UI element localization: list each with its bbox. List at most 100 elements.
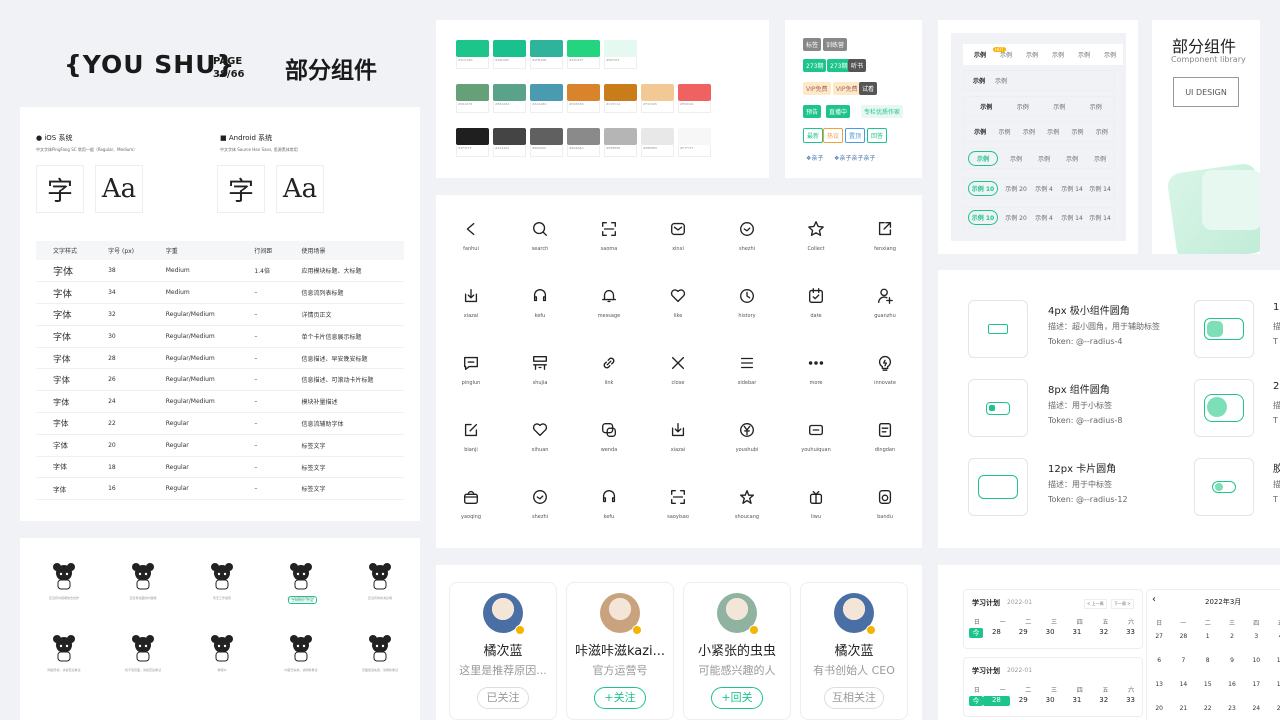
tab-item[interactable]: 示例 (1030, 154, 1058, 163)
day-cell[interactable]: 17 (1244, 681, 1268, 688)
day-cell[interactable]: 20 (1147, 705, 1171, 712)
xihuan-icon[interactable]: xihuan (505, 421, 575, 453)
day-cell[interactable]: 14 (1171, 681, 1195, 688)
search-icon[interactable]: search (505, 220, 575, 252)
tab-item[interactable]: 示例 (968, 151, 998, 166)
shezhi-icon[interactable]: shezhi (505, 488, 575, 520)
day-cell[interactable]: 11 (1268, 657, 1280, 664)
day-cell[interactable]: 31 (1063, 628, 1090, 638)
day-cell[interactable]: 28 (983, 696, 1010, 706)
follow-button[interactable]: 已关注 (477, 687, 529, 709)
tab-item[interactable]: 示例 14 (1086, 184, 1114, 193)
dingdan-icon[interactable]: dingdan (850, 421, 920, 453)
innovate-icon[interactable]: innovate (850, 354, 920, 386)
day-cell[interactable]: 10 (1244, 657, 1268, 664)
tab-item[interactable]: 示例 4 (1030, 184, 1058, 193)
tab-item[interactable]: 示例 10 (968, 181, 998, 196)
tab-item[interactable]: 示例 (992, 127, 1016, 136)
guanzhu-icon[interactable]: guanzhu (850, 287, 920, 319)
fenxiang-icon[interactable]: fenxiang (850, 220, 920, 252)
day-cell[interactable]: 33 (1117, 696, 1144, 706)
kefu-icon[interactable]: kefu (574, 488, 644, 520)
fanhui-icon[interactable]: fanhui (436, 220, 506, 252)
tab-item[interactable]: 示例 14 (1058, 184, 1086, 193)
tab-item[interactable]: 示例 14 (1086, 213, 1114, 222)
day-cell[interactable]: 28 (1171, 633, 1195, 640)
tab-item[interactable]: 示例 (1041, 102, 1078, 111)
day-cell[interactable]: 28 (983, 628, 1010, 638)
tab-item[interactable]: 示例 (967, 50, 993, 59)
saoma-icon[interactable]: saoma (574, 220, 644, 252)
tab-item[interactable]: 示例 (1058, 154, 1086, 163)
xiazai-icon[interactable]: xiazai (436, 287, 506, 319)
day-cell[interactable]: 33 (1117, 628, 1144, 638)
day-cell[interactable]: 32 (1090, 628, 1117, 638)
liwu-icon[interactable]: liwu (781, 488, 851, 520)
shujia-icon[interactable]: shujia (505, 354, 575, 386)
follow-button[interactable]: +回关 (711, 687, 763, 709)
tab-item[interactable]: 示例 (968, 76, 990, 85)
wenda-icon[interactable]: wenda (574, 421, 644, 453)
tab-item[interactable]: 示例 20 (1002, 184, 1030, 193)
follow-button[interactable]: 互相关注 (824, 687, 884, 709)
close-icon[interactable]: close (643, 354, 713, 386)
next-week-button[interactable]: 下一周 > (1111, 599, 1134, 609)
day-cell[interactable]: 23 (1220, 705, 1244, 712)
tab-item[interactable]: 示例 (1005, 102, 1042, 111)
day-cell[interactable]: 25 (1268, 705, 1280, 712)
day-cell[interactable]: 24 (1244, 705, 1268, 712)
day-cell[interactable]: 32 (1090, 696, 1117, 706)
tab-item[interactable]: 示例 (1065, 127, 1089, 136)
tab-item[interactable]: 示例 (968, 127, 992, 136)
day-cell[interactable]: 8 (1196, 657, 1220, 664)
day-cell[interactable]: 29 (1010, 628, 1037, 638)
like-icon[interactable]: like (643, 287, 713, 319)
day-cell[interactable]: 4 (1268, 633, 1280, 640)
day-cell[interactable]: 22 (1196, 705, 1220, 712)
day-cell[interactable]: 27 (1147, 633, 1171, 640)
tab-item[interactable]: 示例 (1002, 154, 1030, 163)
day-cell[interactable]: 15 (1196, 681, 1220, 688)
tab-item[interactable]: 示例 (1017, 127, 1041, 136)
history-icon[interactable]: history (712, 287, 782, 319)
tab-item[interactable]: 示例 (968, 102, 1005, 111)
follow-button[interactable]: +关注 (594, 687, 646, 709)
date-icon[interactable]: date (781, 287, 851, 319)
day-cell[interactable]: 1 (1196, 633, 1220, 640)
tab-item[interactable]: 示例 (1078, 102, 1115, 111)
tab-item[interactable]: 示例 (1041, 127, 1065, 136)
shezhi-icon[interactable]: shezhi (712, 220, 782, 252)
sidebar-icon[interactable]: sidebar (712, 354, 782, 386)
bandu-icon[interactable]: bandu (850, 488, 920, 520)
day-cell[interactable]: 今 (969, 696, 983, 706)
tab-item[interactable]: 示例 (1019, 50, 1045, 59)
youhuiquan-icon[interactable]: youhuiquan (781, 421, 851, 453)
day-cell[interactable]: 30 (1037, 696, 1064, 706)
yaoqing-icon[interactable]: yaoqing (436, 488, 506, 520)
day-cell[interactable]: 21 (1171, 705, 1195, 712)
tab-item[interactable]: 示例 (1097, 50, 1123, 59)
more-icon[interactable]: more (781, 354, 851, 386)
xinxi-icon[interactable]: xinxi (643, 220, 713, 252)
tab-item[interactable]: 示例 (1045, 50, 1071, 59)
collect-icon[interactable]: Collect (781, 220, 851, 252)
day-cell[interactable]: 今 (969, 628, 983, 638)
day-cell[interactable]: 13 (1147, 681, 1171, 688)
tab-item[interactable]: 示例 10 (968, 210, 998, 225)
prev-month-icon[interactable]: ‹ (1152, 594, 1156, 605)
tab-item[interactable]: 示例 (1071, 50, 1097, 59)
day-cell[interactable]: 3 (1244, 633, 1268, 640)
tab-item[interactable]: 示例 (1090, 127, 1114, 136)
youshubi-icon[interactable]: youshubi (712, 421, 782, 453)
tab-item[interactable]: 示例 (1086, 154, 1114, 163)
day-cell[interactable]: 31 (1063, 696, 1090, 706)
xiazai-icon[interactable]: xiazai (643, 421, 713, 453)
tab-item[interactable]: 示例 14 (1058, 213, 1086, 222)
day-cell[interactable]: 2 (1220, 633, 1244, 640)
empty-action-button[interactable]: 去看看热门作品 (288, 596, 318, 604)
link-icon[interactable]: link (574, 354, 644, 386)
day-cell[interactable]: 16 (1220, 681, 1244, 688)
day-cell[interactable]: 6 (1147, 657, 1171, 664)
kefu-icon[interactable]: kefu (505, 287, 575, 319)
tab-item[interactable]: 示例 20 (1002, 213, 1030, 222)
